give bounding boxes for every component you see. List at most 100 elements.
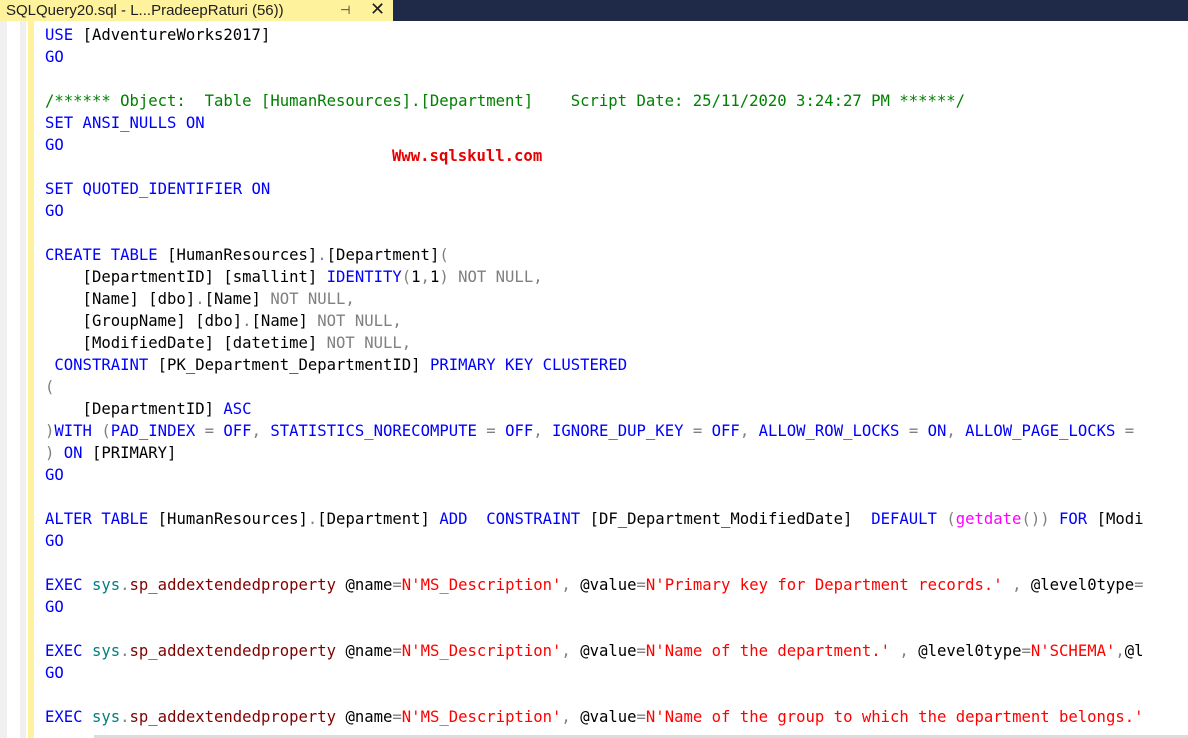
code-line[interactable]: GO [45, 134, 1144, 156]
code-token: [PRIMARY] [91, 444, 177, 462]
code-token: PRIMARY KEY CLUSTERED [429, 356, 628, 374]
code-token: @l [1124, 642, 1144, 660]
code-line[interactable]: GO [45, 464, 1144, 486]
code-token: ( [946, 510, 956, 528]
code-token: @level0type [1030, 576, 1135, 594]
code-token: , [533, 422, 553, 440]
code-line[interactable]: GO [45, 596, 1144, 618]
code-token: [Department] [317, 510, 440, 528]
code-line[interactable]: CREATE TABLE [HumanResources].[Departmen… [45, 244, 1144, 266]
sql-editor[interactable]: USE [AdventureWorks2017] GO /****** Objec… [0, 21, 1188, 738]
code-line[interactable]: EXEC sys.sp_addextendedproperty @name=N'… [45, 640, 1144, 662]
code-token: = [486, 422, 506, 440]
code-token: CONSTRAINT [45, 356, 158, 374]
code-token: N'Name of the group to which the departm… [645, 708, 1144, 726]
code-token: , [946, 422, 966, 440]
code-token: = [636, 708, 646, 726]
code-token: USE [45, 26, 83, 44]
code-line[interactable] [45, 552, 1144, 574]
code-line[interactable]: SET QUOTED_IDENTIFIER ON [45, 178, 1144, 200]
code-line[interactable]: GO [45, 530, 1144, 552]
code-token: . [242, 312, 252, 330]
code-token: DEFAULT [871, 510, 947, 528]
code-line[interactable] [45, 486, 1144, 508]
code-token: ALLOW_ROW_LOCKS [758, 422, 909, 440]
code-area[interactable]: USE [AdventureWorks2017] GO /****** Objec… [45, 24, 1144, 728]
code-token: OFF [223, 422, 252, 440]
code-token: = [1134, 576, 1144, 594]
code-token: ( [101, 422, 111, 440]
code-token: sp_addextendedproperty [129, 642, 346, 660]
code-line[interactable]: CONSTRAINT [PK_Department_DepartmentID] … [45, 354, 1144, 376]
document-tab[interactable]: SQLQuery20.sql - L...PradeepRaturi (56))… [0, 0, 393, 21]
close-icon[interactable]: ✕ [370, 0, 385, 20]
code-line[interactable] [45, 684, 1144, 706]
code-token: sys [91, 708, 121, 726]
code-token: N'MS_Description' [401, 642, 562, 660]
code-line[interactable]: [ModifiedDate] [datetime] NOT NULL, [45, 332, 1144, 354]
code-token: SET ANSI_NULLS ON [45, 114, 205, 132]
code-token: N'MS_Description' [401, 576, 562, 594]
code-token: [GroupName] [dbo] [45, 312, 243, 330]
code-line[interactable]: ALTER TABLE [HumanResources].[Department… [45, 508, 1144, 530]
code-token: [HumanResources] [157, 510, 308, 528]
code-token: ALLOW_PAGE_LOCKS [965, 422, 1125, 440]
code-line[interactable]: [DepartmentID] [smallint] IDENTITY(1,1) … [45, 266, 1144, 288]
code-line[interactable]: ( [45, 376, 1144, 398]
code-token: . [195, 290, 205, 308]
code-token: sp_addextendedproperty [129, 576, 346, 594]
code-token: CREATE TABLE [45, 246, 168, 264]
code-token: @value [580, 642, 637, 660]
code-token: OFF [711, 422, 740, 440]
code-token: ( [45, 378, 55, 396]
code-token: PAD_INDEX [110, 422, 205, 440]
code-line[interactable]: GO [45, 662, 1144, 684]
code-token: [DepartmentID] [45, 400, 224, 418]
code-token: GO [45, 532, 64, 550]
code-token: N'MS_Description' [401, 708, 562, 726]
code-line[interactable]: GO [45, 46, 1144, 68]
pin-icon[interactable]: ⊣ [340, 0, 350, 21]
code-token: [PK_Department_DepartmentID] [157, 356, 430, 374]
tab-title[interactable]: SQLQuery20.sql - L...PradeepRaturi (56)) [6, 0, 284, 21]
code-token: . [120, 642, 130, 660]
code-token: , [561, 708, 581, 726]
code-token: N'Primary key for Department records.' [645, 576, 1003, 594]
code-token: ) [45, 422, 55, 440]
code-token: ON [927, 422, 947, 440]
code-line[interactable]: SET ANSI_NULLS ON [45, 112, 1144, 134]
code-line[interactable] [45, 156, 1144, 178]
code-line[interactable]: EXEC sys.sp_addextendedproperty @name=N'… [45, 574, 1144, 596]
code-line[interactable]: )WITH (PAD_INDEX = OFF, STATISTICS_NOREC… [45, 420, 1144, 442]
code-token: = [692, 422, 712, 440]
code-line[interactable]: USE [AdventureWorks2017] [45, 24, 1144, 46]
code-token: ) NOT NULL, [439, 268, 543, 286]
code-token: ( [401, 268, 412, 286]
code-token: @name [345, 642, 393, 660]
code-line[interactable]: [GroupName] [dbo].[Name] NOT NULL, [45, 310, 1144, 332]
code-token: EXEC [45, 642, 92, 660]
code-line[interactable] [45, 222, 1144, 244]
code-line[interactable]: ) ON [PRIMARY] [45, 442, 1144, 464]
code-line[interactable]: GO [45, 200, 1144, 222]
code-line[interactable]: [Name] [dbo].[Name] NOT NULL, [45, 288, 1144, 310]
code-token: FOR [1059, 510, 1097, 528]
code-line[interactable]: /****** Object: Table [HumanResources].[… [45, 90, 1144, 112]
code-token: sys [91, 576, 121, 594]
code-line[interactable]: EXEC sys.sp_addextendedproperty @name=N'… [45, 706, 1144, 728]
code-line[interactable] [45, 618, 1144, 640]
code-token: . [120, 708, 130, 726]
code-token: 1 [411, 268, 421, 286]
code-token: , [1115, 642, 1125, 660]
code-token: GO [45, 466, 64, 484]
code-token: 1 [429, 268, 440, 286]
code-line[interactable]: [DepartmentID] ASC [45, 398, 1144, 420]
code-line[interactable] [45, 68, 1144, 90]
code-token: = [392, 642, 402, 660]
code-token: IGNORE_DUP_KEY [552, 422, 693, 440]
code-token: , [561, 642, 581, 660]
code-token: [Modi [1096, 510, 1144, 528]
code-token: [DepartmentID] [smallint] [45, 268, 327, 286]
